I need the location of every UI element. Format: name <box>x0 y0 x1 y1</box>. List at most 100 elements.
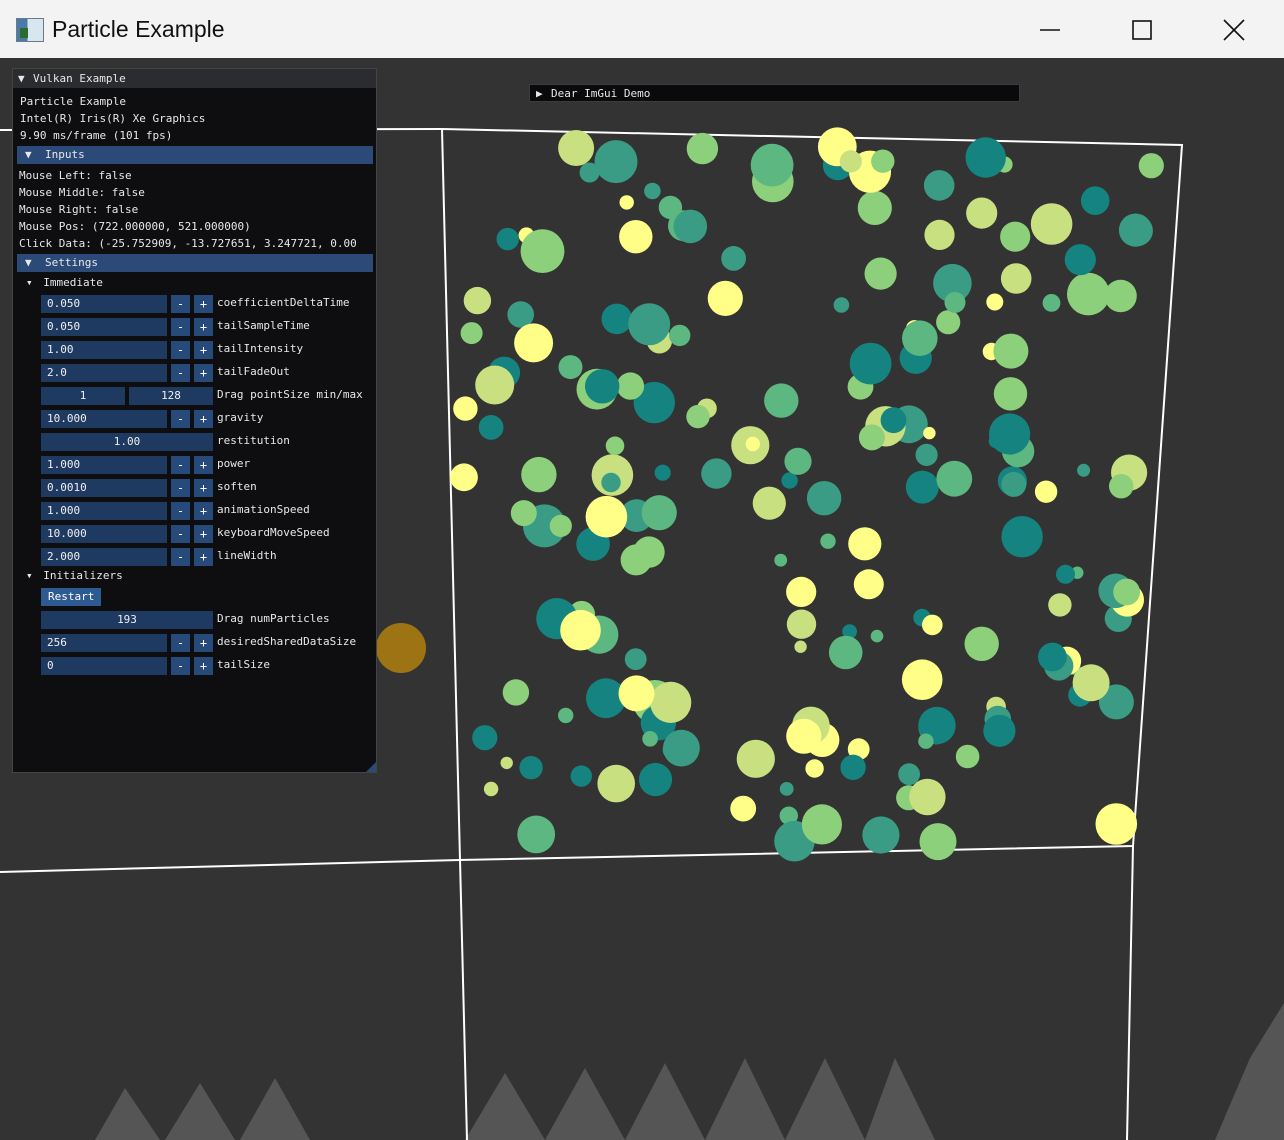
particle <box>616 372 645 400</box>
particle <box>936 460 973 497</box>
particle <box>558 707 574 724</box>
power-input[interactable]: 1.000 <box>41 456 167 474</box>
coefficient-delta-time-input[interactable]: 0.050 <box>41 295 167 313</box>
decrement-button[interactable]: - <box>171 548 190 566</box>
immediate-tree-node[interactable]: ▾ Immediate <box>26 276 103 289</box>
tail-fade-out-input[interactable]: 2.0 <box>41 364 167 382</box>
particle <box>1080 186 1110 215</box>
particle <box>1104 279 1137 313</box>
particle <box>1118 213 1153 247</box>
particle <box>848 527 882 561</box>
particle <box>644 182 661 200</box>
increment-button[interactable]: + <box>194 410 213 428</box>
increment-button[interactable]: + <box>194 479 213 497</box>
close-button[interactable] <box>1188 0 1280 58</box>
particle <box>618 675 655 712</box>
tail-sample-time-input[interactable]: 0.050 <box>41 318 167 336</box>
point-size-min-drag[interactable]: 1 <box>41 387 125 405</box>
collapse-down-icon[interactable]: ▼ <box>18 72 25 85</box>
decrement-button[interactable]: - <box>171 634 190 652</box>
soften-input[interactable]: 0.0010 <box>41 479 167 497</box>
increment-button[interactable]: + <box>194 318 213 336</box>
maximize-button[interactable] <box>1096 0 1188 58</box>
collapse-right-icon[interactable]: ▶ <box>536 87 543 100</box>
settings-header[interactable]: ▼ Settings <box>17 254 373 272</box>
increment-button[interactable]: + <box>194 456 213 474</box>
particle <box>483 781 499 797</box>
particle <box>549 514 572 537</box>
particle <box>453 396 478 421</box>
field-label: tailIntensity <box>217 342 304 355</box>
increment-button[interactable]: + <box>194 548 213 566</box>
maximize-icon <box>1132 20 1152 40</box>
demo-window-title: Dear ImGui Demo <box>551 87 651 100</box>
gravity-input[interactable]: 10.000 <box>41 410 167 428</box>
initializers-tree-node[interactable]: ▾ Initializers <box>26 569 123 582</box>
particle <box>620 544 652 576</box>
increment-button[interactable]: + <box>194 502 213 520</box>
title-bar[interactable]: Particle Example <box>0 0 1284 59</box>
particle <box>989 413 1031 455</box>
field-label: power <box>217 457 251 470</box>
particle <box>558 130 595 166</box>
tail-intensity-input[interactable]: 1.00 <box>41 341 167 359</box>
particle <box>654 464 671 481</box>
close-icon <box>1223 19 1245 41</box>
particle <box>605 436 625 456</box>
line-width-input[interactable]: 2.000 <box>41 548 167 566</box>
decrement-button[interactable]: - <box>171 525 190 543</box>
decrement-button[interactable]: - <box>171 657 190 675</box>
particle <box>1109 474 1134 499</box>
imgui-demo-window[interactable]: ▶ Dear ImGui Demo <box>529 84 1020 102</box>
keyboard-move-speed-input[interactable]: 10.000 <box>41 525 167 543</box>
increment-button[interactable]: + <box>194 364 213 382</box>
particle <box>496 227 519 251</box>
field-label: soften <box>217 480 257 493</box>
decrement-button[interactable]: - <box>171 341 190 359</box>
mouse-middle-status: Mouse Middle: false <box>19 186 145 199</box>
mouse-pos: Mouse Pos: (722.000000, 521.000000) <box>19 220 251 233</box>
particle <box>520 229 565 273</box>
field-label: desiredSharedDataSize <box>217 635 357 648</box>
increment-button[interactable]: + <box>194 295 213 313</box>
panel-title-bar[interactable]: ▼ Vulkan Example <box>13 69 376 88</box>
increment-button[interactable]: + <box>194 341 213 359</box>
desired-shared-data-size-input[interactable]: 256 <box>41 634 167 652</box>
minimize-button[interactable] <box>1004 0 1096 58</box>
restart-button[interactable]: Restart <box>41 588 102 606</box>
vulkan-example-panel[interactable]: ▼ Vulkan Example Particle Example Intel(… <box>12 68 377 773</box>
decrement-button[interactable]: - <box>171 410 190 428</box>
particle <box>1034 480 1058 503</box>
particle <box>1042 294 1061 312</box>
particles <box>450 127 1164 862</box>
increment-button[interactable]: + <box>194 525 213 543</box>
increment-button[interactable]: + <box>194 634 213 652</box>
particle <box>966 197 998 229</box>
particle <box>786 718 822 754</box>
particle <box>922 614 943 636</box>
decrement-button[interactable]: - <box>171 502 190 520</box>
decrement-button[interactable]: - <box>171 456 190 474</box>
particle <box>686 132 719 165</box>
particle <box>901 659 943 700</box>
num-particles-drag[interactable]: 193 <box>41 611 213 629</box>
resize-grip[interactable] <box>366 762 376 772</box>
decrement-button[interactable]: - <box>171 479 190 497</box>
particle <box>786 576 817 608</box>
animation-speed-input[interactable]: 1.000 <box>41 502 167 520</box>
increment-button[interactable]: + <box>194 657 213 675</box>
inputs-header[interactable]: ▼ Inputs <box>17 146 373 164</box>
particle <box>870 629 884 643</box>
particle <box>1056 564 1075 584</box>
particle <box>840 754 866 780</box>
app-name: Particle Example <box>20 95 126 108</box>
restitution-slider[interactable]: 1.00 <box>41 433 213 451</box>
decrement-button[interactable]: - <box>171 318 190 336</box>
point-size-max-drag[interactable]: 128 <box>129 387 213 405</box>
particle <box>786 609 817 639</box>
tail-size-input[interactable]: 0 <box>41 657 167 675</box>
particle <box>983 714 1016 747</box>
particle <box>993 377 1028 411</box>
decrement-button[interactable]: - <box>171 364 190 382</box>
decrement-button[interactable]: - <box>171 295 190 313</box>
